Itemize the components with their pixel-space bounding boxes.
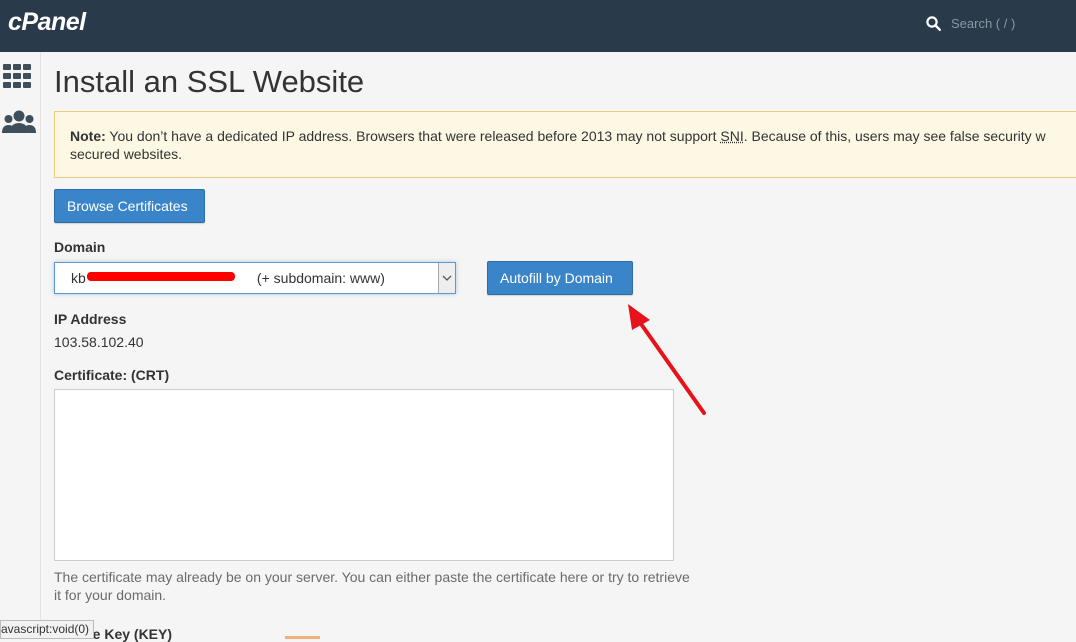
note-line1-end: . Because of this, users may see false s… <box>744 128 1046 144</box>
certificate-textarea[interactable] <box>54 389 674 561</box>
top-bar: cPanel Search ( / ) <box>0 0 1076 52</box>
autofill-by-domain-button[interactable]: Autofill by Domain <box>487 261 633 295</box>
sni-warning-note: Note: You don’t have a dedicated IP addr… <box>54 111 1076 178</box>
certificate-label: Certificate: (CRT) <box>54 367 169 383</box>
sni-abbr: SNI <box>720 128 743 144</box>
page-title: Install an SSL Website <box>54 64 364 100</box>
users-icon[interactable] <box>2 109 36 142</box>
note-label: Note: <box>70 128 106 144</box>
grid-icon[interactable] <box>2 63 32 94</box>
note-text: Note: You don’t have a dedicated IP addr… <box>70 127 1076 163</box>
certificate-help-text: The certificate may already be on your s… <box>54 568 694 604</box>
note-line2: secured websites. <box>70 146 182 162</box>
search-input[interactable]: Search ( / ) <box>951 16 1015 31</box>
domain-label: Domain <box>54 239 105 255</box>
ip-address-label: IP Address <box>54 311 126 327</box>
domain-select[interactable]: kb (+ subdomain: www) <box>54 262 456 294</box>
sidebar <box>0 52 41 639</box>
browse-certificates-button[interactable]: Browse Certificates <box>54 189 205 223</box>
note-line1: You don’t have a dedicated IP address. B… <box>109 128 720 144</box>
redaction-mark <box>87 272 235 281</box>
chevron-down-icon[interactable] <box>438 263 455 293</box>
search-icon <box>926 16 941 31</box>
private-key-label: te Key (KEY) <box>88 626 172 642</box>
cpanel-logo[interactable]: cPanel <box>8 8 86 37</box>
search-box[interactable]: Search ( / ) <box>926 16 1015 31</box>
browser-status-bar: avascript:void(0) <box>0 620 94 639</box>
ip-address-value: 103.58.102.40 <box>54 334 144 350</box>
